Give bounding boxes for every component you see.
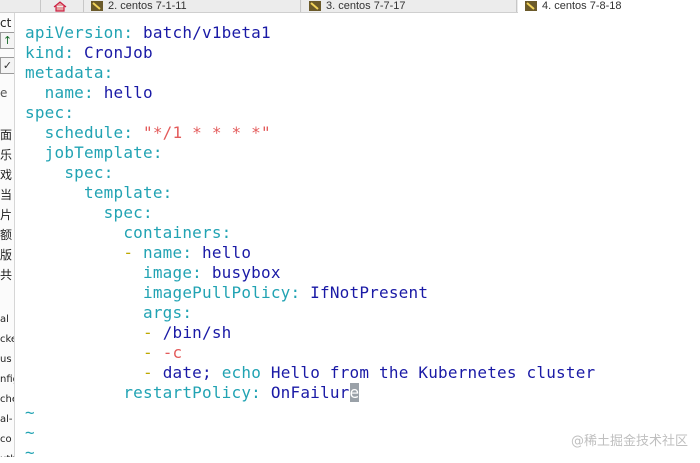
tab-home[interactable]: [41, 0, 84, 12]
sidebar-item[interactable]: uth: [0, 450, 14, 457]
sidebar-up-button[interactable]: ↑: [0, 32, 14, 49]
sidebar-check-button[interactable]: ✓: [0, 57, 14, 74]
code-line: - date; echo Hello from the Kubernetes c…: [143, 363, 596, 382]
code-line: - name: hello: [123, 243, 252, 262]
sidebar-item[interactable]: 版: [0, 245, 14, 265]
sidebar-item[interactable]: 共: [0, 265, 14, 285]
code-line: - /bin/sh: [143, 323, 232, 342]
tab-label: 3. centos 7-7-17: [326, 0, 406, 12]
sidebar-item[interactable]: 片: [0, 205, 14, 225]
code-line: - -c: [143, 343, 183, 362]
sidebar-top-text: ct: [0, 16, 12, 30]
terminal-editor[interactable]: apiVersion: batch/v1beta1 kind: CronJob …: [15, 13, 700, 462]
tab-centos-7-8-18[interactable]: 4. centos 7-8-18: [518, 0, 700, 13]
sidebar-item[interactable]: nfig: [0, 370, 14, 390]
code-line: args:: [143, 303, 193, 322]
sidebar-item[interactable]: 额: [0, 225, 14, 245]
code-line: spec:: [64, 163, 114, 182]
code-line: apiVersion: batch/v1beta1: [25, 23, 271, 42]
sidebar: ct ↑ ✓ e 面 乐 戏 当 片 额 版 共 al cke us nfig …: [0, 13, 15, 457]
code-line: image: busybox: [143, 263, 281, 282]
empty-line-marker: ~: [25, 403, 35, 422]
watermark: @稀土掘金技术社区: [570, 434, 688, 449]
code-line: restartPolicy: OnFailure: [123, 383, 360, 402]
sidebar-marker: e: [0, 86, 8, 100]
code-line: metadata:: [25, 63, 114, 82]
tab-partial-left[interactable]: [0, 0, 41, 12]
code-line: imagePullPolicy: IfNotPresent: [143, 283, 429, 302]
tab-centos-7-7-17[interactable]: 3. centos 7-7-17: [302, 0, 517, 12]
text-cursor[interactable]: e: [349, 383, 360, 402]
code-line: schedule: "*/1 * * * *": [44, 123, 271, 142]
sidebar-item[interactable]: 乐: [0, 145, 14, 165]
sidebar-item[interactable]: 戏: [0, 165, 14, 185]
sidebar-item[interactable]: 当: [0, 185, 14, 205]
home-icon: [53, 0, 67, 12]
sidebar-item[interactable]: co: [0, 430, 14, 450]
check-icon: ✓: [2, 59, 13, 72]
sidebar-item[interactable]: al-: [0, 410, 14, 430]
tab-bar: 2. centos 7-1-11 3. centos 7-7-17 4. cen…: [0, 0, 700, 13]
terminal-icon: [90, 1, 104, 11]
tab-label: 2. centos 7-1-11: [108, 0, 187, 12]
tab-label: 4. centos 7-8-18: [542, 0, 622, 12]
empty-line-marker: ~: [25, 443, 35, 462]
terminal-icon: [524, 1, 538, 11]
arrow-up-icon: ↑: [2, 34, 13, 47]
sidebar-item[interactable]: 面: [0, 125, 14, 145]
sidebar-item[interactable]: al: [0, 310, 14, 330]
code-line: containers:: [123, 223, 232, 242]
code-line: spec:: [103, 203, 153, 222]
sidebar-item[interactable]: us: [0, 350, 14, 370]
code-line: name: hello: [44, 83, 153, 102]
tab-centos-7-1-11[interactable]: 2. centos 7-1-11: [84, 0, 301, 12]
sidebar-item[interactable]: che: [0, 390, 14, 410]
terminal-icon: [308, 1, 322, 11]
code-line: template:: [84, 183, 173, 202]
code-line: jobTemplate:: [44, 143, 163, 162]
code-line: spec:: [25, 103, 75, 122]
sidebar-item[interactable]: cke: [0, 330, 14, 350]
code-line: kind: CronJob: [25, 43, 153, 62]
empty-line-marker: ~: [25, 423, 35, 442]
